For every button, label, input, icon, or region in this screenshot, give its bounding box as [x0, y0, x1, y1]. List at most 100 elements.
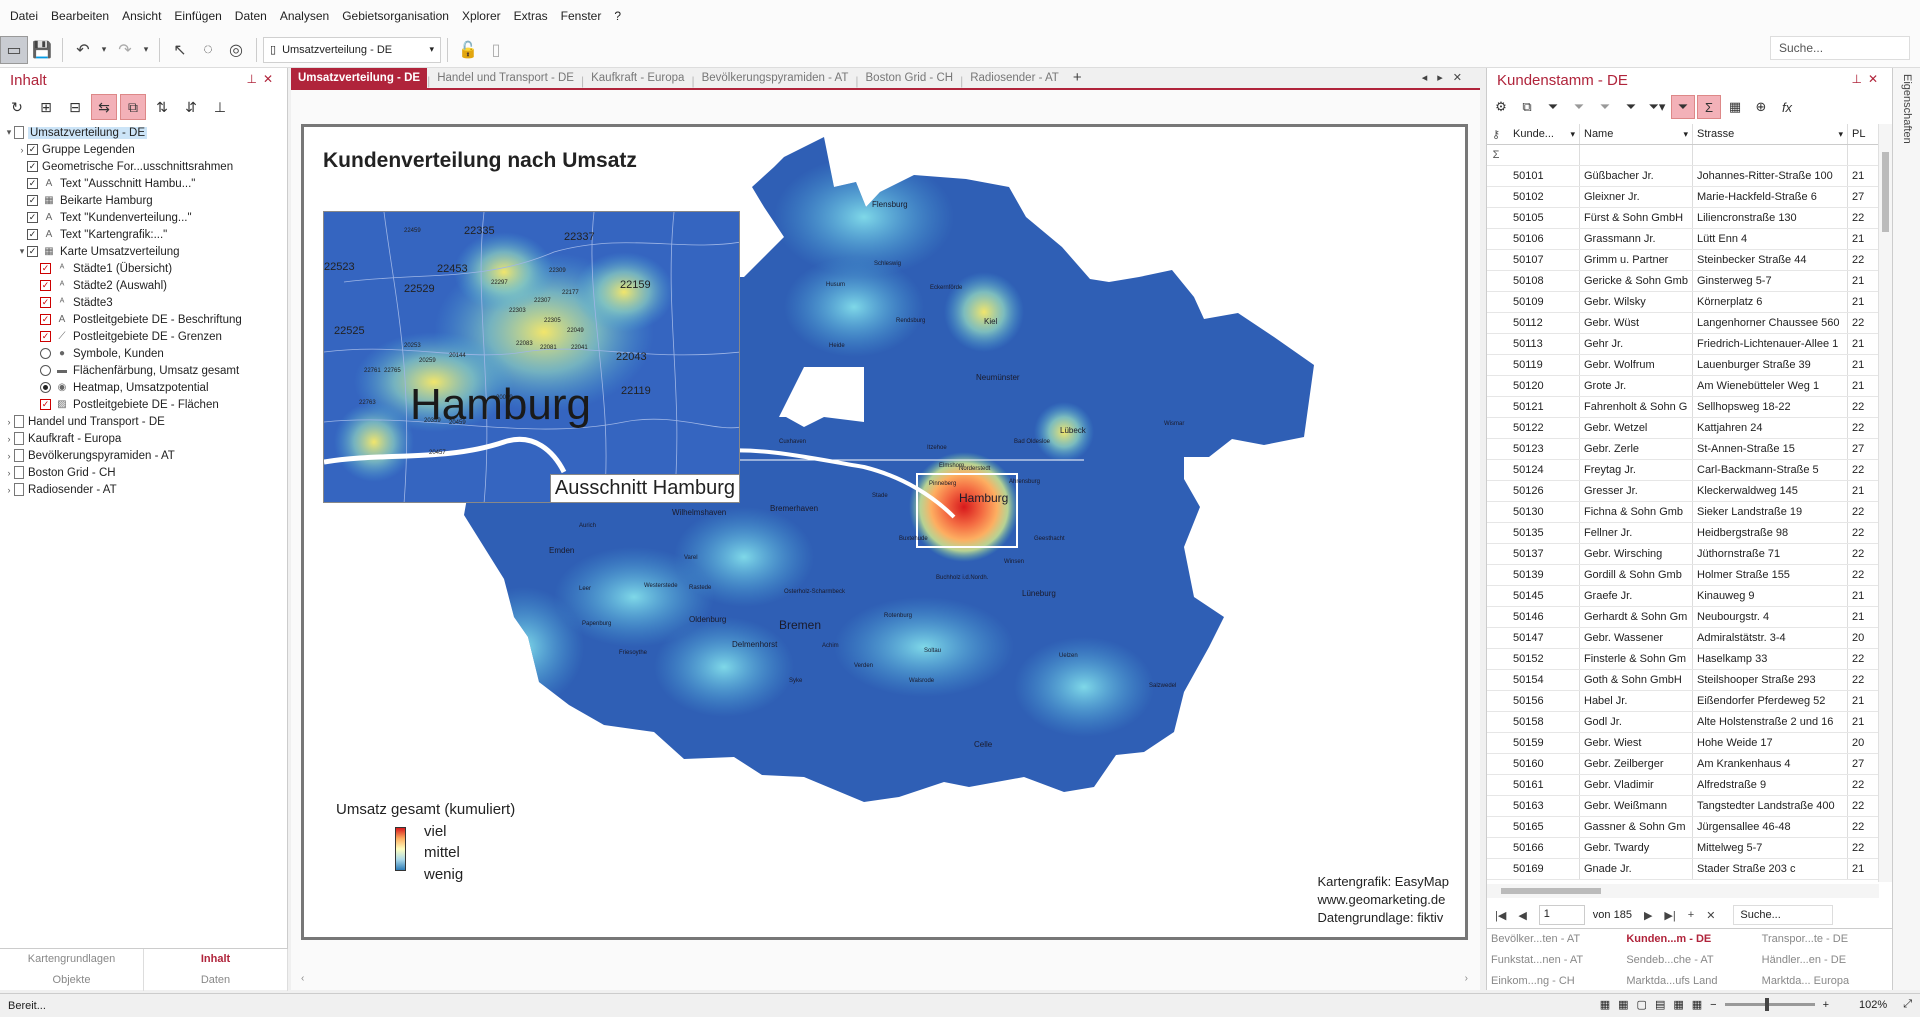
checkbox[interactable]: ✓ [27, 195, 38, 206]
table-cell[interactable]: 22 [1848, 775, 1879, 795]
table-cell[interactable]: 27 [1848, 754, 1879, 774]
table-cell[interactable]: 21 [1848, 481, 1879, 501]
table-cell[interactable]: Steilshooper Straße 293 [1693, 670, 1848, 690]
table-cell[interactable]: Gebr. Wolfrum [1580, 355, 1693, 375]
table-cell[interactable]: Steinbecker Straße 44 [1693, 250, 1848, 270]
table-cell[interactable]: 50107 [1505, 250, 1580, 270]
table-cell[interactable]: Grimm u. Partner [1580, 250, 1693, 270]
circle-select-icon[interactable]: ◎ [222, 36, 250, 64]
table-cell[interactable]: 50165 [1505, 817, 1580, 837]
table-cell[interactable]: Gresser Jr. [1580, 481, 1693, 501]
tree-node[interactable]: › Bevölkerungspyramiden - AT [0, 447, 287, 464]
table-cell[interactable]: Finsterle & Sohn Gm [1580, 649, 1693, 669]
table-cell[interactable]: 22 [1848, 460, 1879, 480]
page-icon[interactable] [14, 415, 24, 428]
table-cell[interactable]: St-Annen-Straße 15 [1693, 439, 1848, 459]
document-tab[interactable]: Radiosender - AT [963, 68, 1066, 88]
lasso-select-icon[interactable]: ◌ [194, 36, 222, 64]
view-icon[interactable]: ▤ [1655, 998, 1665, 1011]
page-icon[interactable] [14, 466, 24, 479]
table-cell[interactable]: Am Wienebütteler Weg 1 [1693, 376, 1848, 396]
next-record-icon[interactable]: ▶ [1644, 909, 1652, 922]
table-cell[interactable]: Gassner & Sohn Gm [1580, 817, 1693, 837]
table-cell[interactable]: Lütt Enn 4 [1693, 229, 1848, 249]
view-icon[interactable]: ▦ [1600, 998, 1610, 1011]
delete-record-icon[interactable]: ✕ [1706, 909, 1715, 922]
tree-node[interactable]: ▬ Flächenfärbung, Umsatz gesamt [0, 362, 287, 379]
checkbox[interactable]: ✓ [27, 246, 38, 257]
data-table-tab[interactable]: Transpor...te - DE [1758, 929, 1893, 950]
tree-node[interactable]: ✓ ▦ Beikarte Hamburg [0, 192, 287, 209]
table-cell[interactable]: 50122 [1505, 418, 1580, 438]
expand-icon[interactable]: ▾ [17, 246, 27, 257]
page-icon[interactable] [14, 483, 24, 496]
chevron-down-icon[interactable]: ▾ [1570, 129, 1575, 140]
gear-icon[interactable]: ⚙ [1489, 95, 1513, 119]
chevron-down-icon[interactable]: ▾ [1838, 129, 1843, 140]
table-cell[interactable]: Kinauweg 9 [1693, 586, 1848, 606]
table-cell[interactable]: Jüthornstraße 71 [1693, 544, 1848, 564]
table-row[interactable]: 50169 Gnade Jr. Stader Straße 203 c 21 [1487, 859, 1879, 880]
expand-icon[interactable]: › [4, 485, 14, 495]
table-row[interactable]: 50124 Freytag Jr. Carl-Backmann-Straße 5 22 [1487, 460, 1879, 481]
radio-button[interactable] [40, 365, 51, 376]
table-cell[interactable]: 20 [1848, 733, 1879, 753]
table-cell[interactable]: Gebr. Wüst [1580, 313, 1693, 333]
table-row[interactable]: 50152 Finsterle & Sohn Gm Haselkamp 33 22 [1487, 649, 1879, 670]
zoom-out-icon[interactable]: − [1710, 999, 1716, 1011]
sort-asc-icon[interactable]: ⇅ [149, 94, 175, 120]
table-cell[interactable]: Sieker Landstraße 19 [1693, 502, 1848, 522]
table-cell[interactable]: 21 [1848, 271, 1879, 291]
table-row[interactable]: 50165 Gassner & Sohn Gm Jürgensallee 46-48… [1487, 817, 1879, 838]
zoom-slider[interactable] [1724, 998, 1815, 1011]
table-cell[interactable]: Liliencronstraße 130 [1693, 208, 1848, 228]
table-cell[interactable]: 22 [1848, 250, 1879, 270]
table-row[interactable]: 50105 Fürst & Sohn GmbH Liliencronstraße 1… [1487, 208, 1879, 229]
table-cell[interactable]: 50137 [1505, 544, 1580, 564]
table-cell[interactable]: 50145 [1505, 586, 1580, 606]
tree-node[interactable]: ▾ Umsatzverteilung - DE [0, 124, 287, 141]
column-header[interactable]: PL [1848, 124, 1879, 144]
table-cell[interactable]: 21 [1848, 355, 1879, 375]
table-row[interactable]: 50163 Gebr. Weißmann Tangstedter Landstraß… [1487, 796, 1879, 817]
swap-icon[interactable]: ⇆ [91, 94, 117, 120]
table-cell[interactable]: Sellhopsweg 18-22 [1693, 397, 1848, 417]
table-row[interactable]: 50121 Fahrenholt & Sohn G Sellhopsweg 18-2… [1487, 397, 1879, 418]
view-icon[interactable]: ▦ [1618, 998, 1628, 1011]
close-icon[interactable]: ✕ [1868, 72, 1884, 86]
table-cell[interactable]: Gebr. Zerle [1580, 439, 1693, 459]
table-cell[interactable]: Heidbergstraße 98 [1693, 523, 1848, 543]
table-cell[interactable]: Hohe Weide 17 [1693, 733, 1848, 753]
page-icon[interactable] [14, 432, 24, 445]
table-cell[interactable]: Gebr. Wiest [1580, 733, 1693, 753]
table-cell[interactable]: 22 [1848, 838, 1879, 858]
data-table-tab[interactable]: Kunden...m - DE [1622, 929, 1757, 950]
table-cell[interactable]: Langenhorner Chaussee 560 [1693, 313, 1848, 333]
table-cell[interactable]: Grassmann Jr. [1580, 229, 1693, 249]
panel-tab[interactable]: Kartengrundlagen [0, 949, 144, 970]
table-row[interactable]: 50147 Gebr. Wassener Admiralstätstr. 3-4 20 [1487, 628, 1879, 649]
table-row[interactable]: 50107 Grimm u. Partner Steinbecker Straße … [1487, 250, 1879, 271]
pointer-icon[interactable]: ↖ [166, 36, 194, 64]
refresh-icon[interactable]: ↻ [4, 94, 30, 120]
menu-item-5[interactable]: Analysen [280, 9, 329, 23]
table-search-input[interactable]: Suche... [1733, 905, 1834, 925]
tree-node[interactable]: ◉ Heatmap, Umsatzpotential [0, 379, 287, 396]
chevron-down-icon[interactable]: ▾ [1683, 129, 1688, 140]
global-search-input[interactable]: Suche... [1770, 36, 1910, 60]
tree-node[interactable]: › ✓ Gruppe Legenden [0, 141, 287, 158]
table-cell[interactable]: 22 [1848, 418, 1879, 438]
expand-icon[interactable]: › [4, 468, 14, 478]
pin-icon[interactable]: ⊥ [246, 72, 262, 86]
document-tab[interactable]: Boston Grid - CH [859, 68, 961, 88]
table-row[interactable]: 50106 Grassmann Jr. Lütt Enn 4 21 [1487, 229, 1879, 250]
table-cell[interactable]: 50166 [1505, 838, 1580, 858]
lock-icon[interactable]: 🔓 [454, 36, 482, 64]
document-tab[interactable]: Kaufkraft - Europa [584, 68, 691, 88]
table-row[interactable]: 50113 Gehr Jr. Friedrich-Lichtenauer-Allee… [1487, 334, 1879, 355]
table-cell[interactable]: 50120 [1505, 376, 1580, 396]
table-cell[interactable]: Güßbacher Jr. [1580, 166, 1693, 186]
redo-icon[interactable]: ↷ [111, 36, 139, 64]
table-cell[interactable]: 50152 [1505, 649, 1580, 669]
data-table-tab[interactable]: Marktda... Europa [1758, 971, 1893, 992]
